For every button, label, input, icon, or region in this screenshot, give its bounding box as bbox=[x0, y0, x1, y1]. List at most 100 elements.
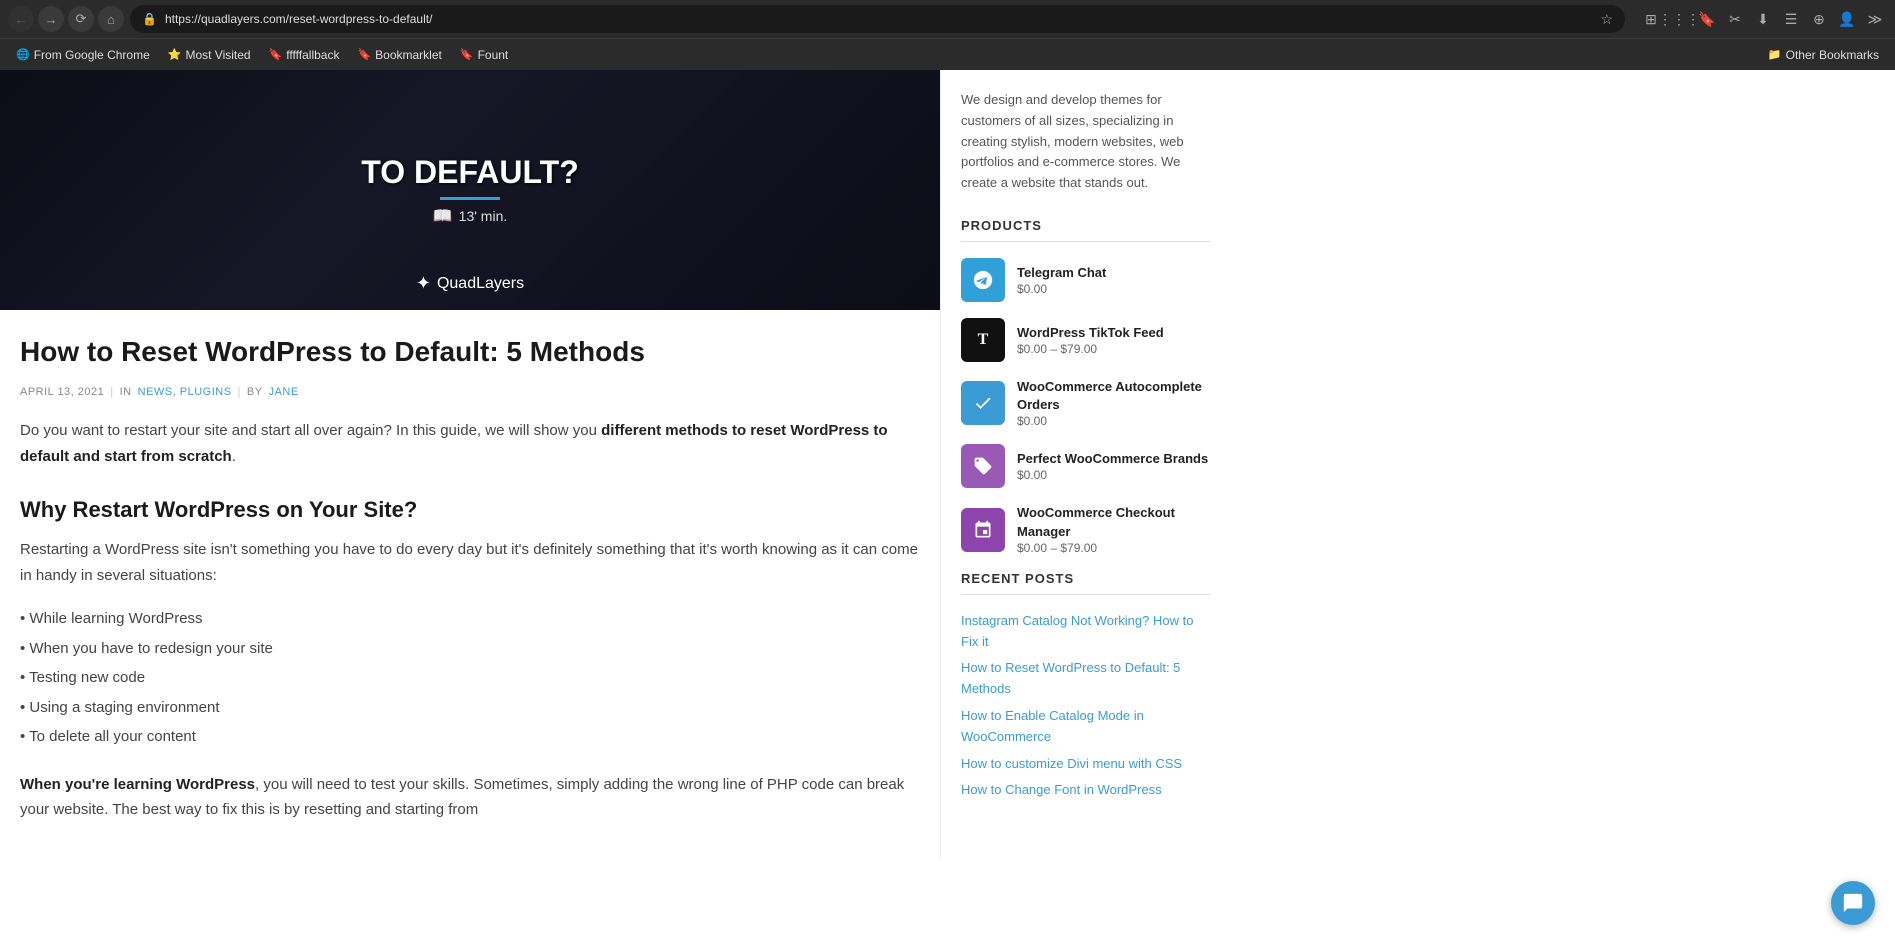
product-price-telegram: $0.00 bbox=[1017, 282, 1106, 296]
most-visited-icon: ⭐ bbox=[168, 48, 182, 61]
intro-prefix: Do you want to restart your site and sta… bbox=[20, 422, 601, 439]
address-bar[interactable]: 🔒 https://quadlayers.com/reset-wordpress… bbox=[130, 5, 1625, 33]
bookmark-icon: 🔖 bbox=[269, 48, 283, 61]
back-button[interactable]: ← bbox=[8, 6, 34, 32]
product-price-checkout: $0.00 – $79.00 bbox=[1017, 541, 1210, 555]
product-item-brands[interactable]: Perfect WooCommerce Brands $0.00 bbox=[961, 444, 1210, 488]
bookmark-label: Bookmarklet bbox=[375, 48, 442, 62]
recent-posts-title: RECENT POSTS bbox=[961, 571, 1210, 595]
quadlayers-logo-icon: ✦ bbox=[416, 273, 431, 294]
bookmark-other[interactable]: 📁 Other Bookmarks bbox=[1760, 45, 1887, 65]
list-item: Using a staging environment bbox=[20, 693, 920, 723]
security-icon: 🔒 bbox=[142, 12, 157, 26]
read-time: 13' min. bbox=[459, 208, 508, 224]
bookmark-label: Fount bbox=[478, 48, 509, 62]
product-name-brands[interactable]: Perfect WooCommerce Brands bbox=[1017, 450, 1208, 468]
bookmark-fffffallback[interactable]: 🔖 fffffallback bbox=[261, 45, 348, 65]
product-info-brands: Perfect WooCommerce Brands $0.00 bbox=[1017, 450, 1208, 482]
tiktok-icon: T bbox=[961, 318, 1005, 362]
product-item-tiktok[interactable]: T WordPress TikTok Feed $0.00 – $79.00 bbox=[961, 318, 1210, 362]
article-by-label: BY bbox=[247, 386, 263, 398]
article-author[interactable]: JANE bbox=[269, 386, 299, 398]
meta-separator: | bbox=[110, 386, 113, 398]
download-icon[interactable]: ⬇ bbox=[1751, 7, 1775, 31]
product-name-woo-autocomplete[interactable]: WooCommerce Autocomplete Orders bbox=[1017, 378, 1210, 414]
bookmark-icon: 🔖 bbox=[460, 48, 474, 61]
product-info-telegram: Telegram Chat $0.00 bbox=[1017, 264, 1106, 296]
section2-paragraph: When you're learning WordPress, you will… bbox=[20, 772, 920, 823]
bookmark-star-icon[interactable]: ☆ bbox=[1600, 11, 1613, 28]
hero-title: TO DEFAULT? bbox=[361, 154, 578, 191]
bookmark-label: From Google Chrome bbox=[34, 48, 150, 62]
chat-bubble-button[interactable] bbox=[1831, 881, 1875, 925]
book-icon: 📖 bbox=[433, 206, 453, 226]
hero-branding: ✦ QuadLayers bbox=[416, 273, 524, 294]
zoom-icon[interactable]: ⊕ bbox=[1807, 7, 1831, 31]
product-item-checkout[interactable]: WooCommerce Checkout Manager $0.00 – $79… bbox=[961, 504, 1210, 554]
bookmark-label: fffffallback bbox=[286, 48, 339, 62]
article-date: APRIL 13, 2021 bbox=[20, 386, 104, 398]
expand-icon[interactable]: ≫ bbox=[1863, 7, 1887, 31]
product-price-brands: $0.00 bbox=[1017, 468, 1208, 482]
bullet-list: While learning WordPress When you have t… bbox=[20, 604, 920, 752]
bookmark-google-chrome[interactable]: 🌐 From Google Chrome bbox=[8, 45, 158, 65]
screenshot-icon[interactable]: ✂ bbox=[1723, 7, 1747, 31]
recent-post-link-3[interactable]: How to Enable Catalog Mode in WooCommerc… bbox=[961, 706, 1210, 748]
brand-name: QuadLayers bbox=[437, 275, 524, 293]
pocket-icon[interactable]: 🔖 bbox=[1695, 7, 1719, 31]
article-in-label: IN bbox=[120, 386, 132, 398]
article-title: How to Reset WordPress to Default: 5 Met… bbox=[20, 334, 920, 370]
product-info-tiktok: WordPress TikTok Feed $0.00 – $79.00 bbox=[1017, 324, 1164, 356]
brands-icon bbox=[961, 444, 1005, 488]
woo-check-icon bbox=[961, 381, 1005, 425]
article-meta: APRIL 13, 2021 | IN NEWS, PLUGINS | BY J… bbox=[20, 386, 920, 398]
home-button[interactable]: ⌂ bbox=[98, 6, 124, 32]
recent-post-link-5[interactable]: How to Change Font in WordPress bbox=[961, 780, 1210, 801]
chrome-icon: 🌐 bbox=[16, 48, 30, 61]
sidebar-icon[interactable]: ☰ bbox=[1779, 7, 1803, 31]
forward-button[interactable]: → bbox=[38, 6, 64, 32]
article-categories[interactable]: NEWS, PLUGINS bbox=[138, 386, 232, 398]
sidebar-description: We design and develop themes for custome… bbox=[961, 90, 1210, 194]
main-content: TO DEFAULT? 📖 13' min. ✦ QuadLayers How … bbox=[0, 70, 940, 859]
product-price-woo-autocomplete: $0.00 bbox=[1017, 414, 1210, 428]
meta-separator: | bbox=[238, 386, 241, 398]
list-item: Testing new code bbox=[20, 663, 920, 693]
product-info-woo-autocomplete: WooCommerce Autocomplete Orders $0.00 bbox=[1017, 378, 1210, 428]
product-info-checkout: WooCommerce Checkout Manager $0.00 – $79… bbox=[1017, 504, 1210, 554]
page-container: TO DEFAULT? 📖 13' min. ✦ QuadLayers How … bbox=[0, 70, 1895, 859]
article-intro: Do you want to restart your site and sta… bbox=[20, 418, 920, 469]
list-item: To delete all your content bbox=[20, 722, 920, 752]
hero-image: TO DEFAULT? 📖 13' min. ✦ QuadLayers bbox=[0, 70, 940, 310]
article-body: How to Reset WordPress to Default: 5 Met… bbox=[0, 310, 940, 859]
product-item-woo-autocomplete[interactable]: WooCommerce Autocomplete Orders $0.00 bbox=[961, 378, 1210, 428]
products-section-title: PRODUCTS bbox=[961, 218, 1210, 242]
bookmark-fount[interactable]: 🔖 Fount bbox=[452, 45, 516, 65]
url-text: https://quadlayers.com/reset-wordpress-t… bbox=[165, 12, 1592, 26]
bookmarks-bar: 🌐 From Google Chrome ⭐ Most Visited 🔖 ff… bbox=[0, 38, 1895, 70]
telegram-icon bbox=[961, 258, 1005, 302]
section1-paragraph: Restarting a WordPress site isn't someth… bbox=[20, 537, 920, 588]
bookmark-icon: 🔖 bbox=[357, 48, 371, 61]
product-name-telegram[interactable]: Telegram Chat bbox=[1017, 264, 1106, 282]
profile-icon[interactable]: 👤 bbox=[1835, 7, 1859, 31]
more-menu-icon[interactable]: ⋮⋮⋮ bbox=[1667, 7, 1691, 31]
checkout-icon bbox=[961, 508, 1005, 552]
bookmark-most-visited[interactable]: ⭐ Most Visited bbox=[160, 45, 259, 65]
reload-button[interactable]: ⟳ bbox=[68, 6, 94, 32]
recent-post-link-4[interactable]: How to customize Divi menu with CSS bbox=[961, 754, 1210, 775]
section1-heading: Why Restart WordPress on Your Site? bbox=[20, 497, 920, 523]
bookmark-label: Other Bookmarks bbox=[1786, 48, 1879, 62]
product-item-telegram[interactable]: Telegram Chat $0.00 bbox=[961, 258, 1210, 302]
product-name-tiktok[interactable]: WordPress TikTok Feed bbox=[1017, 324, 1164, 342]
bookmark-label: Most Visited bbox=[185, 48, 250, 62]
recent-post-link-2[interactable]: How to Reset WordPress to Default: 5 Met… bbox=[961, 658, 1210, 700]
product-price-tiktok: $0.00 – $79.00 bbox=[1017, 342, 1164, 356]
intro-suffix: . bbox=[232, 448, 236, 465]
recent-post-link-1[interactable]: Instagram Catalog Not Working? How to Fi… bbox=[961, 611, 1210, 653]
list-item: While learning WordPress bbox=[20, 604, 920, 634]
product-name-checkout[interactable]: WooCommerce Checkout Manager bbox=[1017, 504, 1210, 540]
bookmark-bookmarklet[interactable]: 🔖 Bookmarklet bbox=[349, 45, 449, 65]
sidebar: We design and develop themes for custome… bbox=[940, 70, 1230, 859]
para-bold: When you're learning WordPress bbox=[20, 776, 255, 793]
